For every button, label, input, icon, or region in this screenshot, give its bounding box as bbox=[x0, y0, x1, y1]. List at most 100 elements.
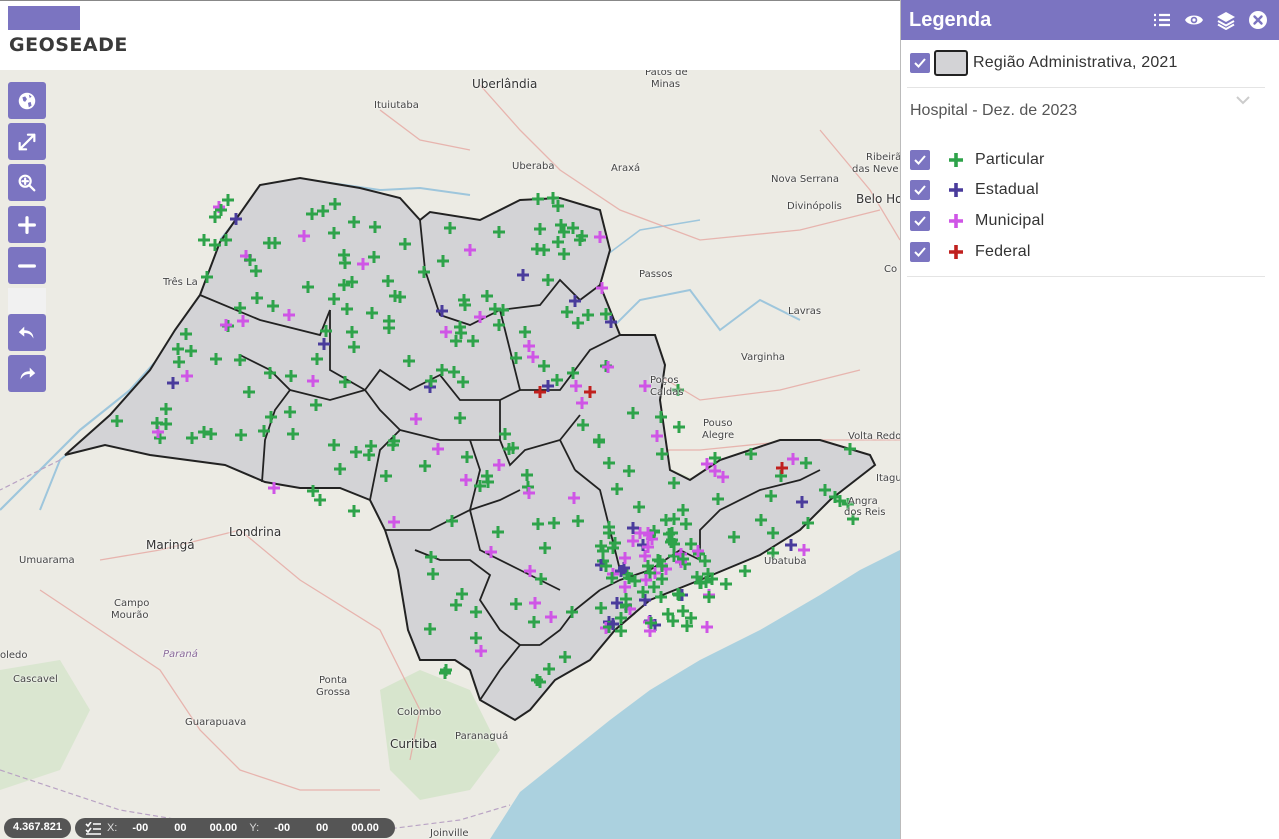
hospital-estadual[interactable] bbox=[785, 539, 797, 551]
divider bbox=[907, 276, 1265, 277]
city-label: Passos bbox=[639, 269, 673, 280]
minus-icon bbox=[18, 263, 36, 268]
globe-button[interactable] bbox=[8, 82, 46, 119]
city-label: Grossa bbox=[316, 687, 351, 698]
map-canvas[interactable]: Uberlândia Patos de Minas Ituiutaba Uber… bbox=[0, 70, 900, 839]
y-degrees: -00 bbox=[274, 822, 291, 834]
redo-button[interactable] bbox=[8, 355, 46, 392]
city-label: Colombo bbox=[397, 707, 442, 718]
coordinate-readout: X: -00 00 00.00 Y: -00 00 00.00 bbox=[74, 818, 396, 838]
city-label: Co bbox=[884, 264, 898, 275]
layers-icon[interactable] bbox=[1215, 9, 1237, 31]
status-bar: 4.367.821 X: -00 00 00.00 Y: -00 00 00.0… bbox=[4, 818, 396, 838]
legend-item-label: Particular bbox=[975, 151, 1045, 168]
city-label: Maringá bbox=[146, 538, 195, 552]
hospital-particular[interactable] bbox=[348, 505, 360, 517]
cross-icon bbox=[949, 214, 963, 228]
city-label: Patos de bbox=[645, 70, 688, 78]
city-label: Campo bbox=[114, 598, 150, 609]
hospital-particular[interactable] bbox=[703, 591, 715, 603]
city-label: Uberaba bbox=[512, 161, 555, 172]
redo-icon bbox=[20, 367, 36, 379]
river bbox=[599, 219, 701, 261]
hospital-particular[interactable] bbox=[739, 565, 751, 577]
divider bbox=[907, 87, 1265, 88]
city-label: Poços bbox=[650, 375, 679, 386]
legend-item-federal[interactable]: Federal bbox=[910, 242, 1031, 262]
city-label: oledo bbox=[0, 650, 28, 661]
region-layer-label: Região Administrativa, 2021 bbox=[973, 54, 1178, 71]
city-label: Londrina bbox=[229, 525, 282, 539]
legend-item-particular[interactable]: Particular bbox=[910, 150, 1045, 170]
city-label: Alegre bbox=[702, 430, 735, 441]
city-label: Ribeirão bbox=[866, 152, 900, 163]
zoom-in-button[interactable] bbox=[8, 206, 46, 243]
city-label: Ituiutaba bbox=[374, 100, 419, 111]
cross-icon bbox=[949, 183, 963, 197]
city-label: Varginha bbox=[741, 352, 786, 363]
hospital-particular[interactable] bbox=[198, 234, 210, 246]
city-label: das Neve bbox=[852, 164, 899, 175]
river bbox=[599, 288, 801, 341]
city-label: Volta Redo bbox=[848, 431, 900, 442]
city-label: Guarapuava bbox=[185, 717, 247, 728]
city-label: Cascavel bbox=[13, 674, 58, 685]
city-label: Araxá bbox=[611, 163, 641, 174]
hospital-municipal[interactable] bbox=[701, 621, 713, 633]
zoom-out-button[interactable] bbox=[8, 247, 46, 284]
hospital-particular[interactable] bbox=[677, 605, 689, 617]
checklist-icon[interactable] bbox=[85, 821, 101, 835]
legend-item-checkbox[interactable] bbox=[910, 150, 930, 170]
globe-icon bbox=[18, 92, 36, 109]
city-label: Nova Serrana bbox=[771, 174, 839, 185]
legend-item-municipal[interactable]: Municipal bbox=[910, 211, 1044, 231]
hospital-group-title: Hospital - Dez. de 2023 bbox=[910, 102, 1078, 119]
region-swatch bbox=[934, 50, 968, 76]
map-svg[interactable] bbox=[0, 70, 900, 839]
chevron-down-icon[interactable] bbox=[1235, 92, 1251, 108]
x-degrees: -00 bbox=[132, 822, 149, 834]
logo-text: GEOSEADE bbox=[9, 34, 128, 56]
city-label: Caldas bbox=[650, 387, 684, 398]
city-label: Lavras bbox=[788, 306, 822, 317]
state-label: Paraná bbox=[163, 649, 198, 660]
hospital-particular[interactable] bbox=[314, 494, 326, 506]
hospital-particular[interactable] bbox=[673, 421, 685, 433]
hospital-municipal[interactable] bbox=[798, 544, 810, 556]
zoom-area-button[interactable] bbox=[8, 164, 46, 201]
y-minutes: 00 bbox=[316, 822, 329, 834]
legend-item-checkbox[interactable] bbox=[910, 242, 930, 262]
magnifier-plus-icon bbox=[18, 174, 36, 191]
legend-item-checkbox[interactable] bbox=[910, 180, 930, 200]
city-label: Três La bbox=[163, 277, 198, 288]
city-label: Divinópolis bbox=[787, 201, 842, 212]
city-label: Minas bbox=[651, 79, 681, 90]
scale-indicator: 4.367.821 bbox=[4, 818, 71, 838]
city-label: Umuarama bbox=[19, 555, 75, 566]
city-label: Paranaguá bbox=[455, 731, 509, 742]
hospital-particular[interactable] bbox=[222, 194, 234, 206]
y-seconds: 00.00 bbox=[351, 822, 379, 834]
eye-icon[interactable] bbox=[1183, 9, 1205, 31]
fullscreen-button[interactable] bbox=[8, 123, 46, 160]
undo-button[interactable] bbox=[8, 314, 46, 351]
region-layer-checkbox[interactable] bbox=[910, 53, 930, 73]
hospital-particular[interactable] bbox=[720, 578, 732, 590]
city-label: Ponta bbox=[319, 675, 348, 686]
city-label: Joinville bbox=[430, 828, 469, 839]
city-label: Angra bbox=[848, 496, 878, 507]
city-label: Mourão bbox=[111, 610, 149, 621]
list-icon[interactable] bbox=[1151, 9, 1173, 31]
city-label: Ubatuba bbox=[764, 556, 807, 567]
legend-item-checkbox[interactable] bbox=[910, 211, 930, 231]
y-label: Y: bbox=[249, 822, 260, 834]
logo-mark bbox=[8, 6, 80, 30]
undo-icon bbox=[18, 326, 34, 338]
legend-item-estadual[interactable]: Estadual bbox=[910, 180, 1039, 200]
close-icon[interactable] bbox=[1247, 9, 1269, 31]
plus-icon bbox=[18, 215, 36, 234]
region-layer-row[interactable]: Região Administrativa, 2021 bbox=[910, 50, 1178, 76]
legend-header: Legenda bbox=[901, 0, 1279, 40]
city-label: dos Reis bbox=[844, 507, 886, 518]
x-label: X: bbox=[106, 822, 118, 834]
